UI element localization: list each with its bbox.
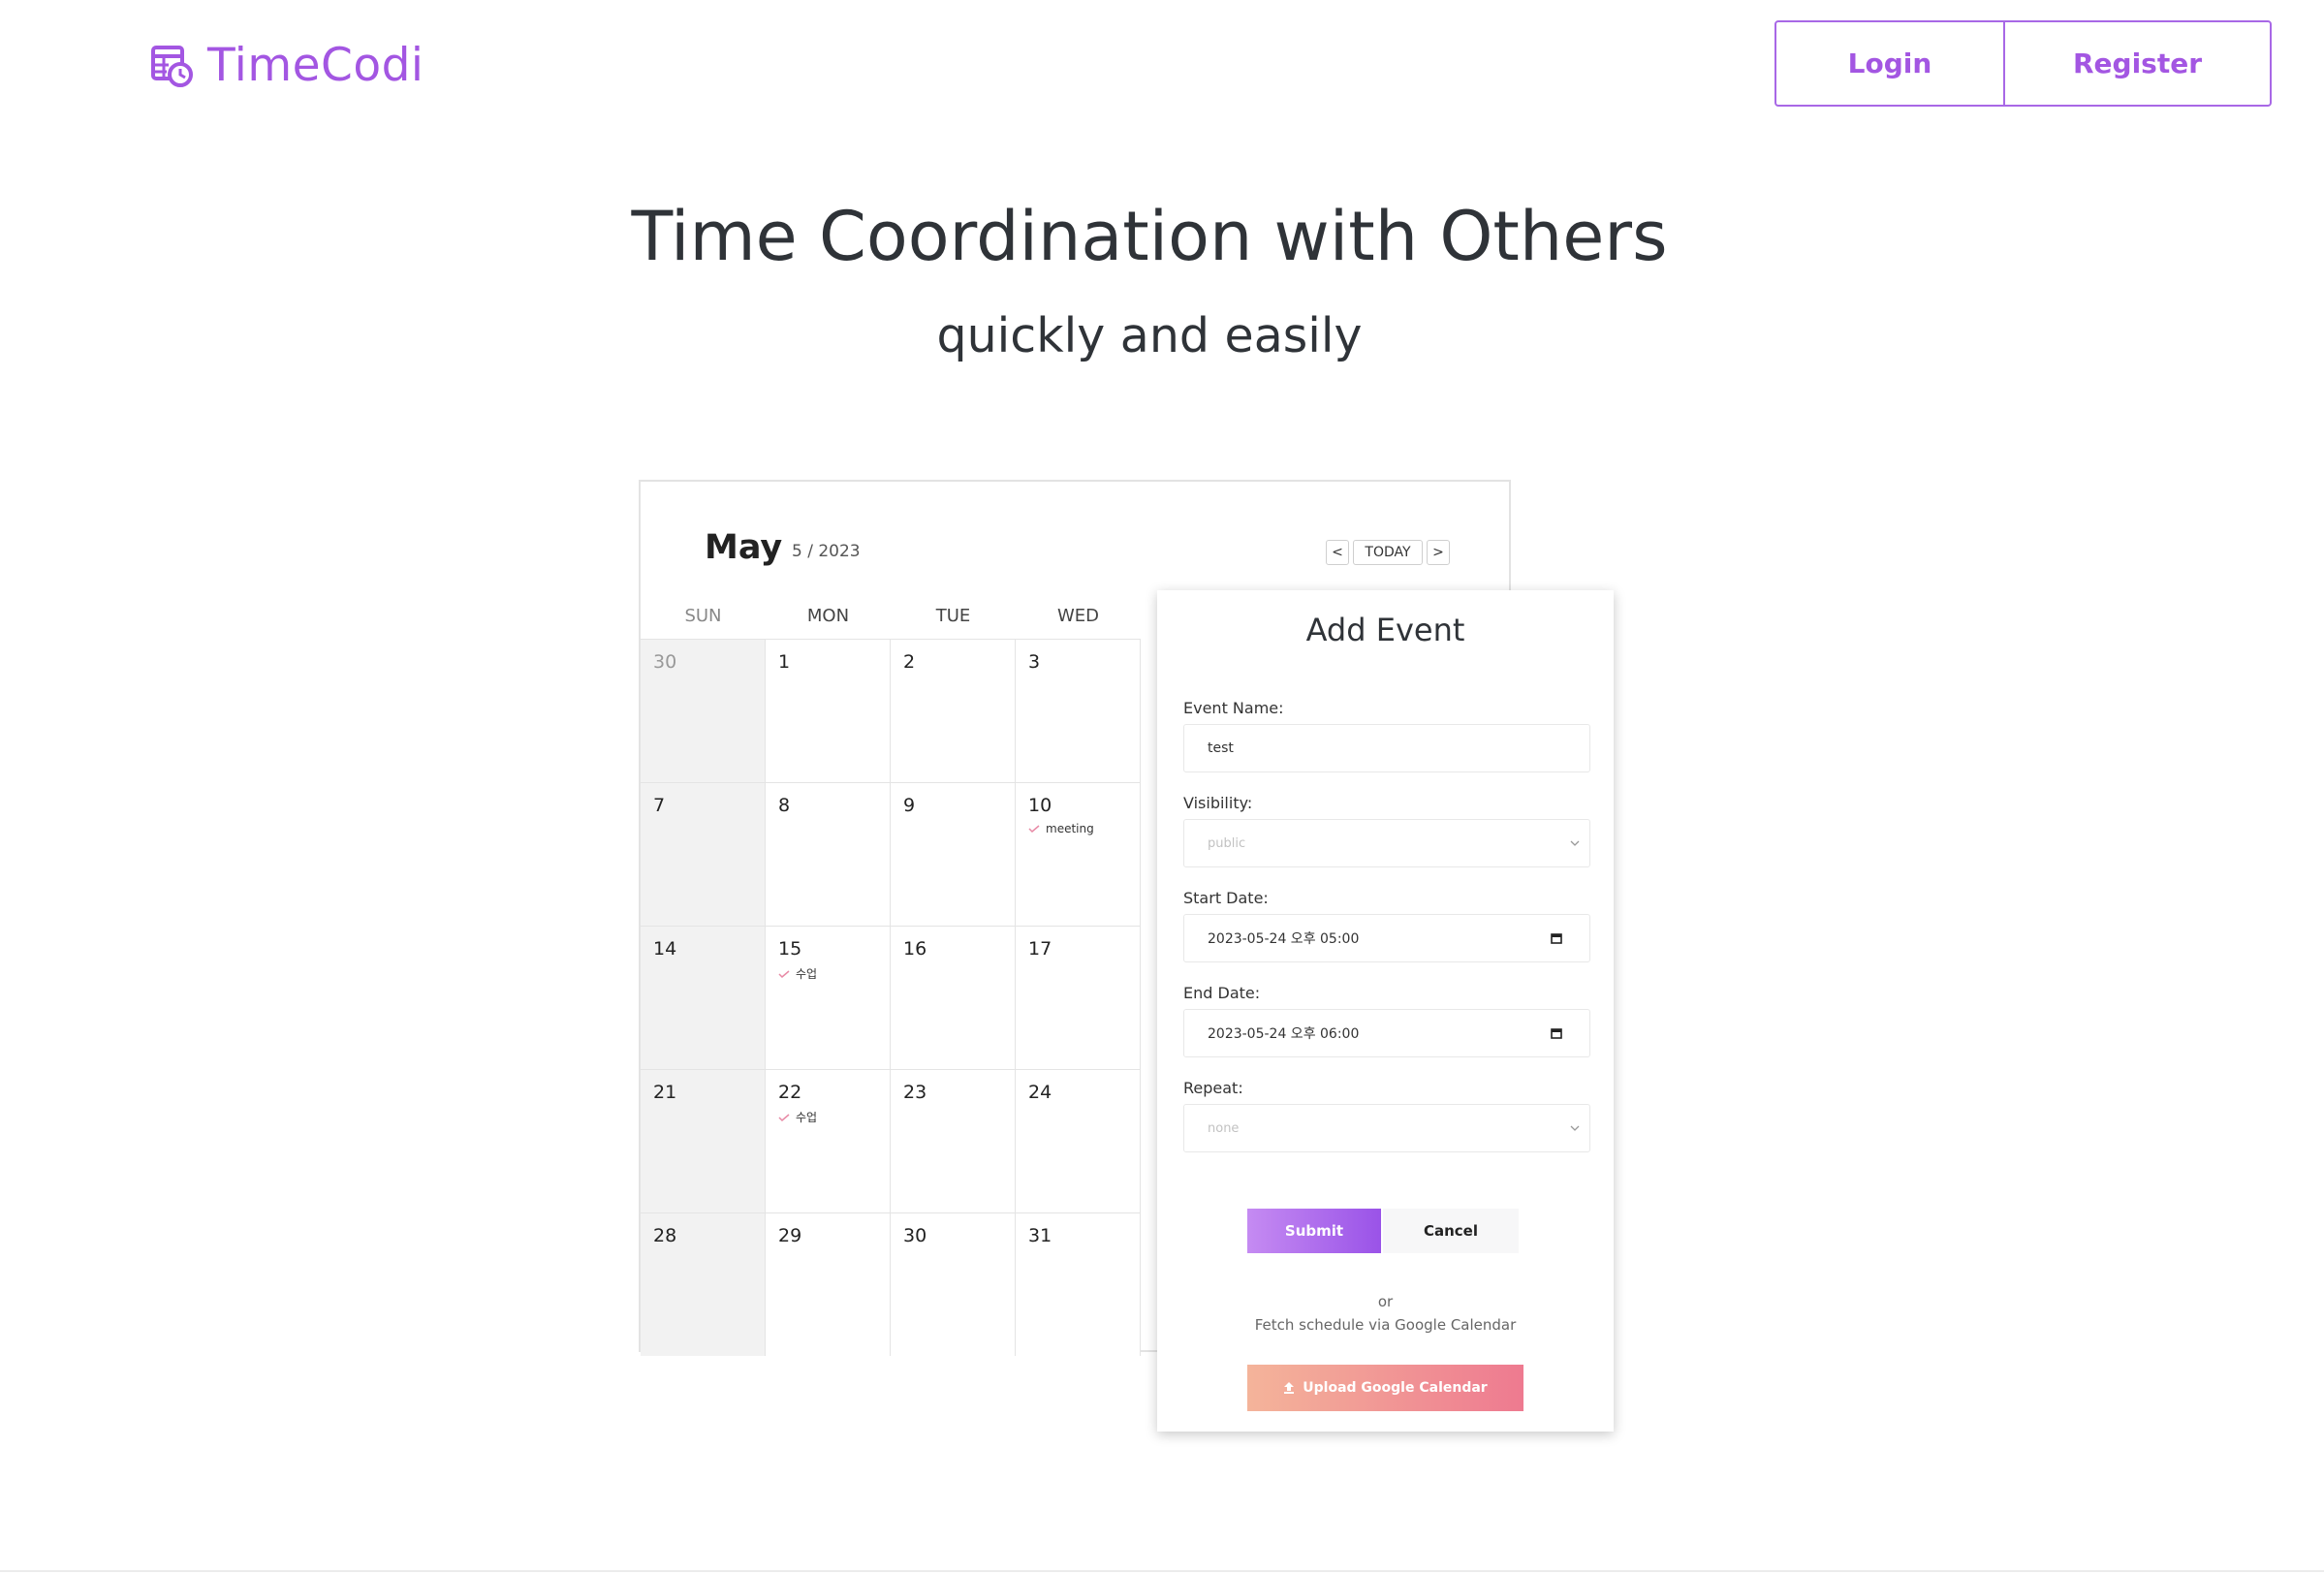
calendar-month-year: 5 / 2023 <box>792 542 861 561</box>
check-icon <box>778 969 790 978</box>
calendar-icon[interactable] <box>1551 1027 1562 1039</box>
modal-title: Add Event <box>1305 612 1465 648</box>
next-month-button[interactable]: > <box>1427 540 1450 565</box>
hero-title: Time Coordination with Others <box>631 197 1668 276</box>
event-name-value: test <box>1208 740 1234 756</box>
calendar-day-cell[interactable]: 3 <box>1016 639 1141 782</box>
login-button[interactable]: Login <box>1776 22 2005 105</box>
day-number: 1 <box>778 651 791 673</box>
visibility-select[interactable]: public <box>1183 819 1590 867</box>
day-number: 31 <box>1028 1225 1052 1246</box>
repeat-select[interactable]: none <box>1183 1104 1590 1152</box>
calendar-month: May <box>705 528 783 567</box>
weekday-label: TUE <box>935 606 971 626</box>
event-label: meeting <box>1046 822 1094 835</box>
fetch-google-text: Fetch schedule via Google Calendar <box>1254 1316 1517 1334</box>
end-date-label: End Date: <box>1183 984 1261 1002</box>
day-number: 21 <box>653 1082 677 1103</box>
calendar-day-cell[interactable]: 28 <box>641 1212 766 1356</box>
visibility-label: Visibility: <box>1183 794 1253 812</box>
chevron-down-icon <box>1570 1125 1580 1131</box>
day-number: 29 <box>778 1225 802 1246</box>
brand-name: TimeCodi <box>207 39 424 92</box>
calendar-day-cell[interactable]: 9 <box>891 782 1016 926</box>
event-name-input[interactable]: test <box>1183 724 1590 772</box>
repeat-value: none <box>1208 1120 1240 1136</box>
day-number: 28 <box>653 1225 677 1246</box>
calendar-day-cell[interactable]: 29 <box>766 1212 891 1356</box>
prev-month-button[interactable]: < <box>1326 540 1349 565</box>
calendar-day-cell[interactable]: 30 <box>891 1212 1016 1356</box>
calendar-event[interactable]: 수업 <box>778 965 817 982</box>
calendar-clock-icon <box>151 45 193 87</box>
calendar-day-cell[interactable]: 1 <box>766 639 891 782</box>
upload-google-calendar-button[interactable]: Upload Google Calendar <box>1247 1365 1523 1411</box>
check-icon <box>1028 825 1040 833</box>
day-number: 7 <box>653 795 666 816</box>
visibility-value: public <box>1208 835 1246 851</box>
weekday-label: SUN <box>684 606 722 626</box>
day-number: 2 <box>903 651 916 673</box>
day-number: 14 <box>653 938 677 960</box>
cancel-button[interactable]: Cancel <box>1383 1209 1519 1253</box>
calendar-day-cell[interactable]: 24 <box>1016 1069 1141 1212</box>
calendar-day-cell[interactable]: 2 <box>891 639 1016 782</box>
submit-button[interactable]: Submit <box>1247 1209 1381 1253</box>
add-event-modal: Add Event Event Name: test Visibility: p… <box>1157 590 1614 1432</box>
chevron-down-icon <box>1570 840 1580 846</box>
day-number: 9 <box>903 795 916 816</box>
calendar-day-cell[interactable]: 8 <box>766 782 891 926</box>
weekday-label: MON <box>806 606 850 626</box>
calendar-day-cell[interactable]: 31 <box>1016 1212 1141 1356</box>
check-icon <box>778 1113 790 1121</box>
end-date-input[interactable]: 2023-05-24 오후 06:00 <box>1183 1009 1590 1057</box>
day-number: 17 <box>1028 938 1052 960</box>
footer-divider <box>0 1570 2324 1572</box>
event-name-label: Event Name: <box>1183 699 1284 717</box>
brand-logo[interactable]: TimeCodi <box>151 39 424 92</box>
start-date-value: 2023-05-24 오후 05:00 <box>1208 931 1360 947</box>
day-number: 24 <box>1028 1082 1052 1103</box>
day-number: 15 <box>778 938 802 960</box>
day-number: 23 <box>903 1082 927 1103</box>
calendar-day-cell[interactable]: 22 수업 <box>766 1069 891 1212</box>
day-number: 30 <box>903 1225 927 1246</box>
or-divider-text: or <box>1377 1293 1394 1310</box>
event-label: 수업 <box>796 1111 818 1124</box>
day-number: 3 <box>1028 651 1041 673</box>
register-button[interactable]: Register <box>2005 22 2270 105</box>
day-number: 30 <box>653 651 677 673</box>
start-date-label: Start Date: <box>1183 889 1269 907</box>
calendar-day-cell[interactable]: 17 <box>1016 926 1141 1069</box>
calendar-day-cell[interactable]: 21 <box>641 1069 766 1212</box>
today-button[interactable]: TODAY <box>1353 540 1423 565</box>
hero-subtitle: quickly and easily <box>936 308 1363 363</box>
calendar-nav: < TODAY > <box>1326 540 1450 565</box>
calendar-day-cell[interactable]: 7 <box>641 782 766 926</box>
calendar-event[interactable]: 수업 <box>778 1109 817 1125</box>
calendar-day-cell[interactable]: 10 meeting <box>1016 782 1141 926</box>
calendar-day-cell[interactable]: 23 <box>891 1069 1016 1212</box>
day-number: 16 <box>903 938 927 960</box>
calendar-event[interactable]: meeting <box>1028 822 1094 835</box>
calendar-day-cell[interactable]: 14 <box>641 926 766 1069</box>
calendar-icon[interactable] <box>1551 932 1562 944</box>
upload-icon <box>1284 1382 1295 1394</box>
end-date-value: 2023-05-24 오후 06:00 <box>1208 1026 1360 1042</box>
weekday-label: WED <box>1056 606 1100 626</box>
day-number: 8 <box>778 795 791 816</box>
day-number: 22 <box>778 1082 802 1103</box>
calendar-day-cell[interactable]: 15 수업 <box>766 926 891 1069</box>
upload-google-calendar-label: Upload Google Calendar <box>1303 1380 1488 1396</box>
day-number: 10 <box>1028 795 1052 816</box>
calendar-day-cell[interactable]: 30 <box>641 639 766 782</box>
start-date-input[interactable]: 2023-05-24 오후 05:00 <box>1183 914 1590 962</box>
calendar-day-cell[interactable]: 16 <box>891 926 1016 1069</box>
repeat-label: Repeat: <box>1183 1079 1243 1097</box>
auth-buttons: Login Register <box>1774 20 2272 107</box>
event-label: 수업 <box>796 967 818 981</box>
